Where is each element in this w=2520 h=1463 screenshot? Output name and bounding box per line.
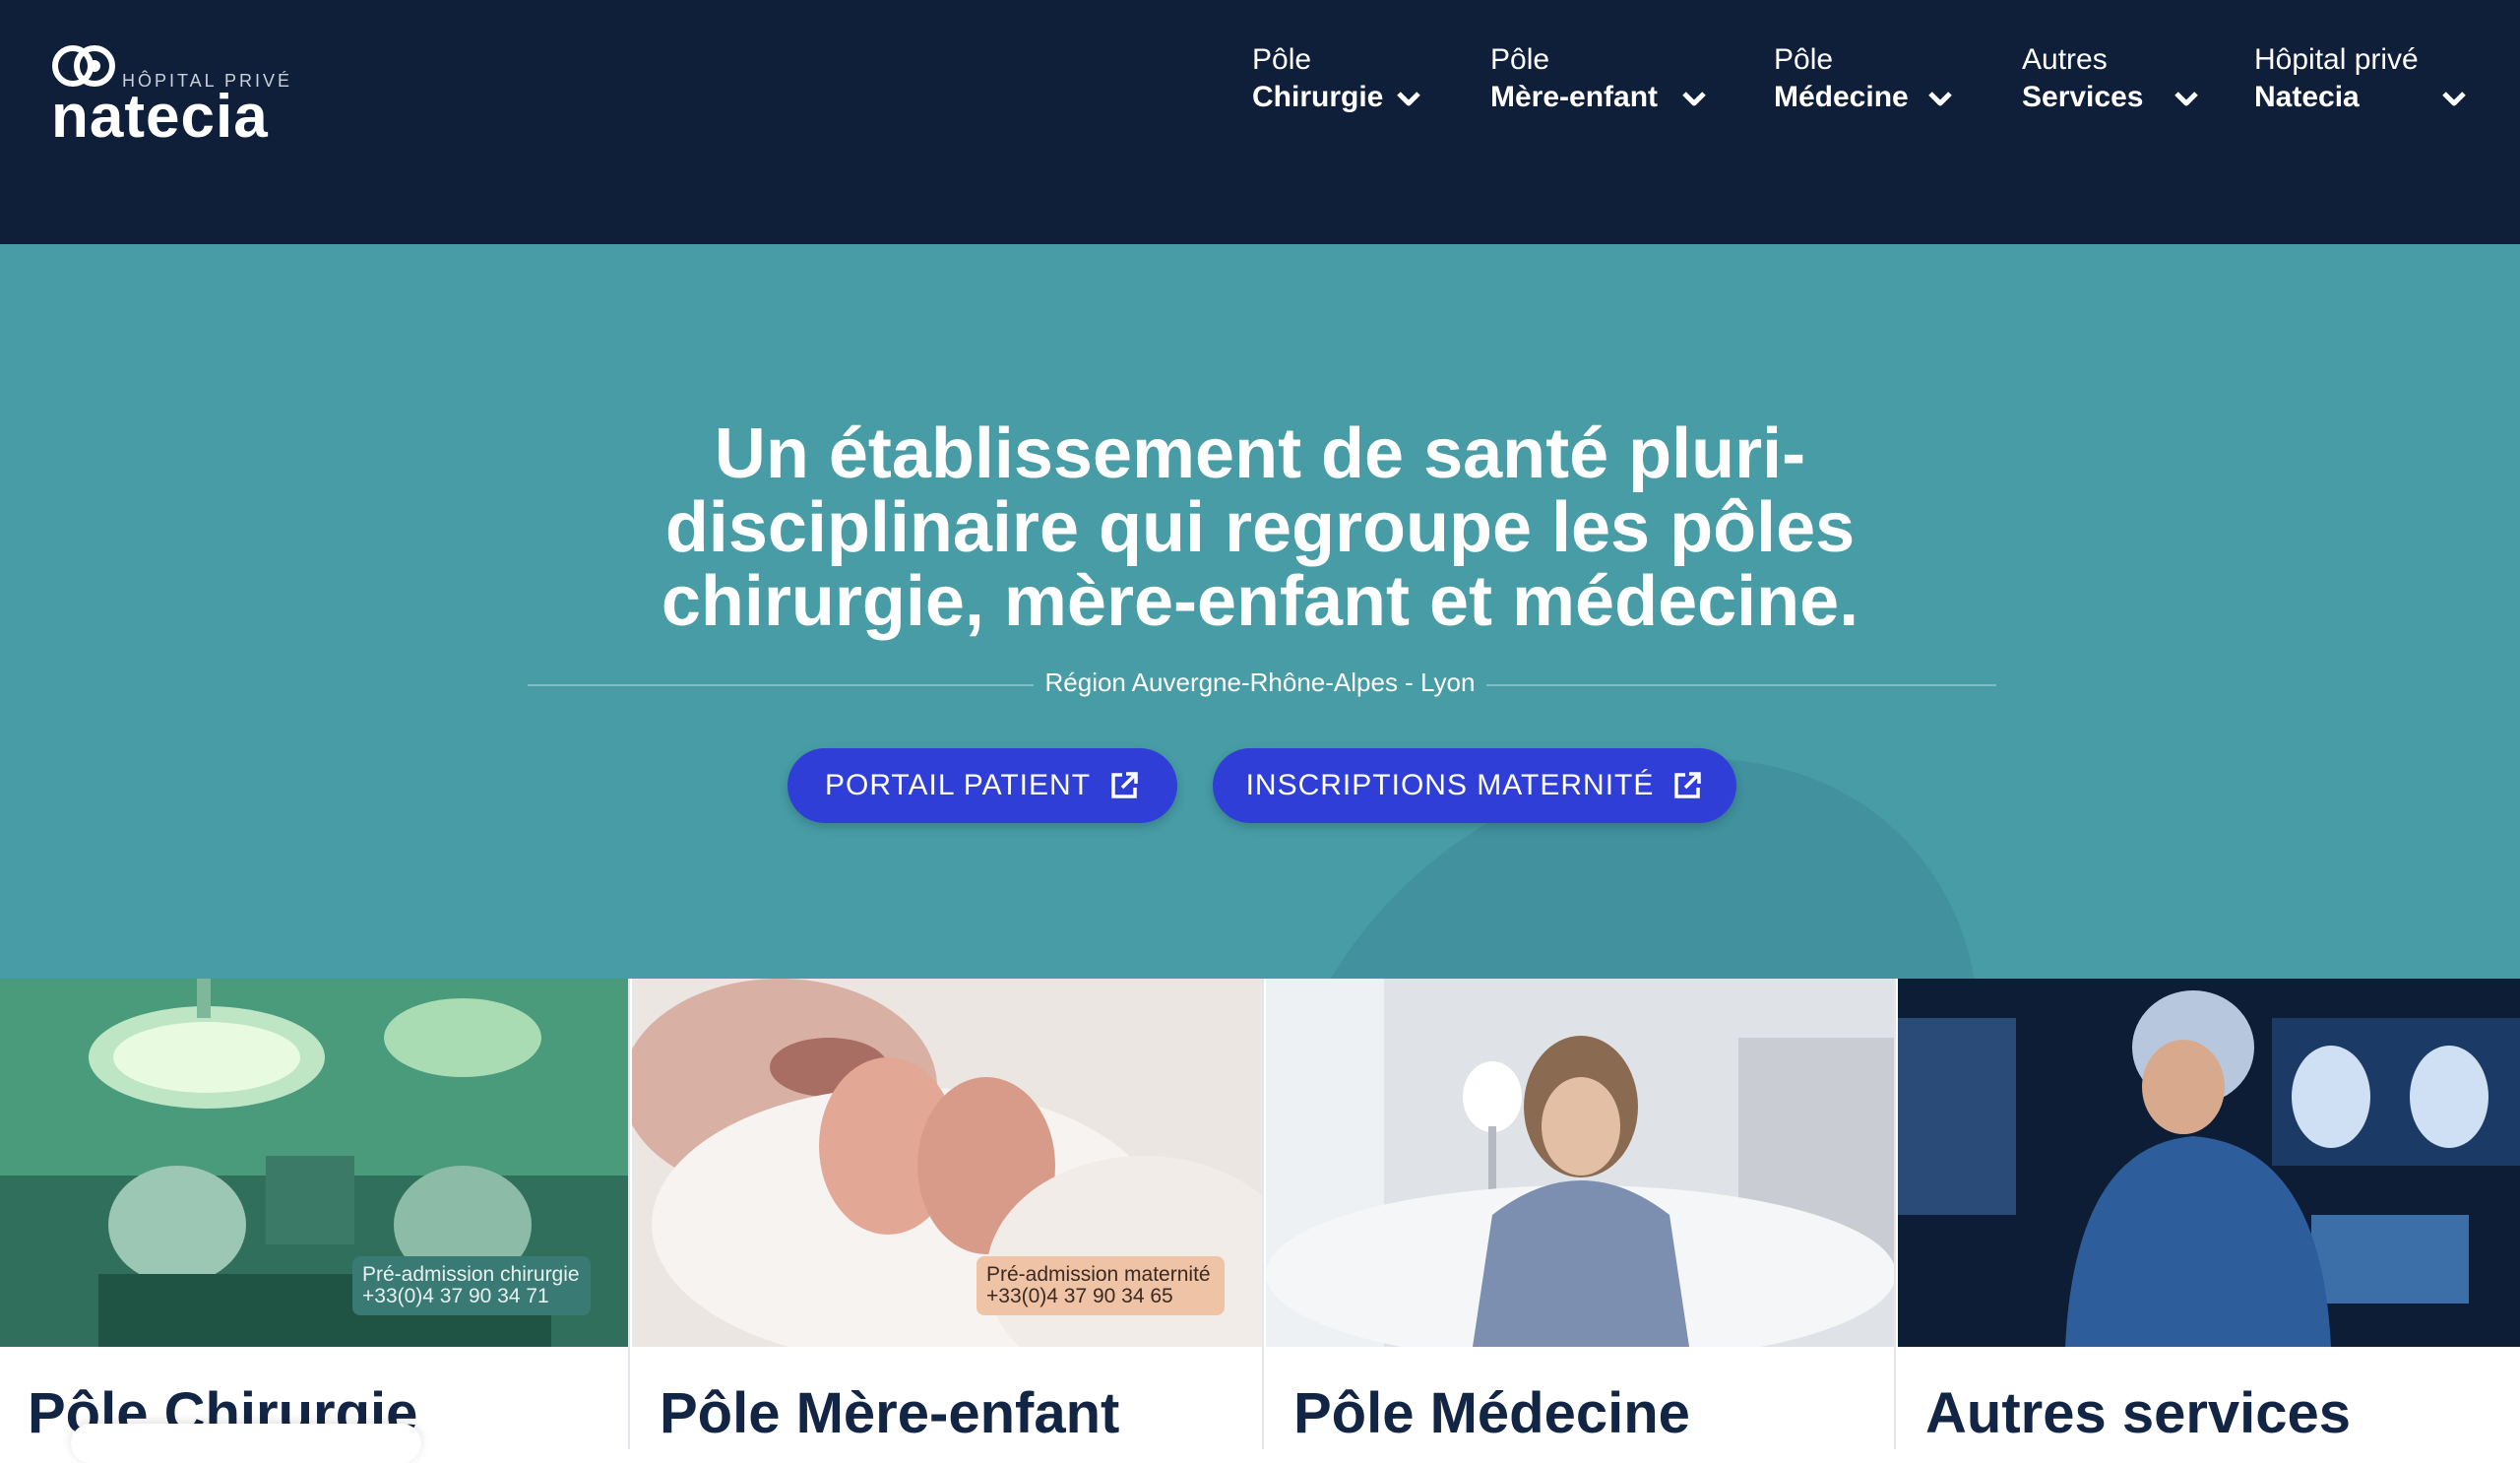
nav-item-hopital-prive-natecia[interactable]: Hôpital privé Natecia (2254, 41, 2471, 120)
pole-cards: Pré-admission chirurgie +33(0)4 37 90 34… (0, 979, 2520, 1449)
pre-admission-chirurgie-badge[interactable]: Pré-admission chirurgie +33(0)4 37 90 34… (352, 1256, 591, 1315)
card-pole-medecine[interactable]: Pôle Médecine (1266, 979, 1896, 1449)
chevron-down-icon (2442, 92, 2466, 106)
nav-item-pole-mere-enfant[interactable]: Pôle Mère-enfant (1490, 41, 1707, 120)
nav-item-label: Natecia (2254, 81, 2360, 113)
nav-item-label: Hôpital privé (2254, 43, 2419, 76)
card-pole-chirurgie[interactable]: Pré-admission chirurgie +33(0)4 37 90 34… (0, 979, 630, 1449)
card-title: Autres services (1925, 1381, 2352, 1445)
badge-label: Pré-admission maternité (986, 1263, 1211, 1286)
nav-item-pole-chirurgie[interactable]: Pôle Chirurgie (1252, 41, 1429, 120)
hero-section: Un établissement de santé pluri- discipl… (0, 244, 2520, 979)
radiology-image (1898, 979, 2520, 1347)
inscriptions-maternite-button[interactable]: INSCRIPTIONS MATERNITÉ (1213, 748, 1736, 823)
chevron-down-icon (1928, 92, 1952, 106)
nav-item-label: Autres (2022, 43, 2108, 76)
site-header: HÔPITAL PRIVÉ natecia Pôle Chirurgie Pôl… (0, 0, 2520, 244)
divider (1486, 684, 1996, 686)
hero-title-line: disciplinaire qui regroupe les pôles (664, 488, 1856, 567)
main-nav: Pôle Chirurgie Pôle Mère-enfant Pôle Méd… (0, 41, 2520, 130)
nav-item-pole-medecine[interactable]: Pôle Médecine (1774, 41, 1971, 120)
hero-region: Région Auvergne-Rhône-Alpes - Lyon (1044, 668, 1476, 697)
button-label: PORTAIL PATIENT (824, 769, 1092, 801)
external-link-icon (1111, 772, 1138, 798)
card-title: Pôle Mère-enfant (660, 1381, 1120, 1445)
hero-title: Un établissement de santé pluri- discipl… (472, 417, 2048, 639)
divider (528, 684, 1034, 686)
card-title: Pôle Médecine (1293, 1381, 1690, 1445)
pre-admission-maternite-badge[interactable]: Pré-admission maternité +33(0)4 37 90 34… (976, 1256, 1225, 1315)
floating-panel[interactable] (71, 1424, 421, 1463)
nav-item-label: Pôle (1490, 43, 1550, 76)
hero-title-line: Un établissement de santé pluri- (714, 414, 1806, 493)
card-autres-services[interactable]: Autres services (1898, 979, 2520, 1449)
portail-patient-button[interactable]: PORTAIL PATIENT (788, 748, 1177, 823)
nav-item-autres-services[interactable]: Autres Services (2022, 41, 2209, 120)
external-link-icon (1674, 772, 1702, 798)
badge-label: Pré-admission chirurgie (362, 1263, 580, 1286)
nav-item-label: Pôle (1774, 43, 1834, 76)
chevron-down-icon (2174, 92, 2198, 106)
card-pole-mere-enfant[interactable]: Pré-admission maternité +33(0)4 37 90 34… (632, 979, 1264, 1449)
nav-item-label: Mère-enfant (1490, 81, 1659, 113)
chevron-down-icon (1397, 92, 1420, 106)
button-label: INSCRIPTIONS MATERNITÉ (1245, 769, 1655, 801)
patient-bed-image (1266, 979, 1894, 1347)
nav-item-label: Pôle (1252, 43, 1312, 76)
hero-title-line: chirurgie, mère-enfant et médecine. (661, 562, 1859, 641)
chevron-down-icon (1682, 92, 1706, 106)
badge-phone: +33(0)4 37 90 34 65 (986, 1285, 1173, 1307)
badge-phone: +33(0)4 37 90 34 71 (362, 1285, 549, 1307)
